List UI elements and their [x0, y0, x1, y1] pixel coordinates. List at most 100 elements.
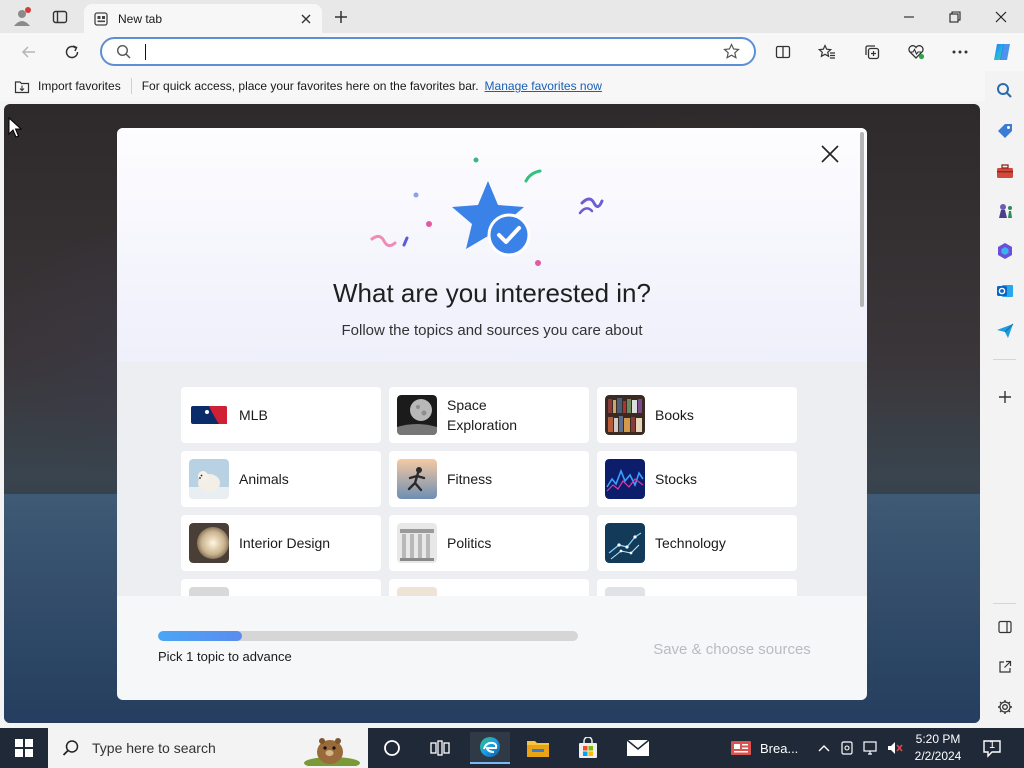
topic-progress-bar — [158, 631, 578, 641]
sidebar-settings-button[interactable] — [991, 693, 1018, 720]
search-icon — [997, 83, 1012, 98]
topic-card-partial[interactable] — [389, 579, 589, 596]
topic-label: Politics — [447, 535, 492, 551]
manage-favorites-link[interactable]: Manage favorites now — [485, 79, 602, 93]
refresh-icon — [65, 45, 79, 59]
taskbar-file-explorer-button[interactable] — [518, 732, 558, 764]
show-hidden-icons-button[interactable] — [815, 740, 833, 756]
topic-card-partial[interactable] — [597, 579, 797, 596]
bookshelf-photo-icon — [605, 395, 645, 435]
sidebar-divider — [993, 359, 1016, 360]
import-favorites-button[interactable]: Import favorites — [38, 79, 121, 93]
taskbar-clock[interactable]: 5:20 PM 2/2/2024 — [908, 731, 968, 765]
settings-and-more-button[interactable] — [945, 38, 975, 66]
sidebar-panel-icon — [997, 620, 1012, 633]
sidebar-divider — [993, 603, 1016, 604]
taskbar-store-button[interactable] — [568, 732, 608, 764]
favorites-button[interactable] — [812, 38, 842, 66]
tray-device-icon-button[interactable] — [838, 740, 856, 756]
volume-muted-icon — [888, 742, 903, 754]
collections-button[interactable] — [857, 38, 887, 66]
sidebar-drop-button[interactable] — [991, 317, 1018, 344]
favorites-bar: Import favorites For quick access, place… — [0, 71, 985, 101]
store-bag-icon — [579, 737, 597, 758]
runner-photo-icon — [397, 459, 437, 499]
topic-card-technology[interactable]: Technology — [597, 515, 797, 571]
task-view-button[interactable] — [372, 732, 412, 764]
start-button[interactable] — [4, 732, 44, 764]
tab-new-tab[interactable]: New tab — [84, 4, 322, 34]
sidebar-shopping-button[interactable] — [991, 117, 1018, 144]
address-input[interactable] — [156, 44, 723, 59]
save-and-choose-sources-button[interactable]: Save & choose sources — [637, 638, 827, 660]
lamp-photo-icon — [189, 523, 229, 563]
windows-taskbar: Type here to search Brea... 5:20 PM 2/2/… — [0, 728, 1024, 768]
tab-strip: New tab — [0, 0, 1024, 34]
favorite-star-icon[interactable] — [723, 43, 740, 60]
shopping-tag-icon — [997, 123, 1012, 138]
sidebar-microsoft365-button[interactable] — [991, 237, 1018, 264]
taskbar-search-box[interactable]: Type here to search — [48, 728, 368, 768]
sidebar-hide-button[interactable] — [991, 613, 1018, 640]
browser-essentials-button[interactable] — [901, 38, 931, 66]
new-tab-page-icon — [94, 12, 108, 26]
topic-thumbnail — [605, 587, 645, 596]
back-button[interactable] — [14, 38, 44, 66]
topic-card-interior-design[interactable]: Interior Design — [181, 515, 381, 571]
vertical-tabs-button[interactable] — [46, 4, 74, 30]
refresh-button[interactable] — [57, 38, 87, 66]
windows-logo-icon — [15, 739, 33, 757]
topic-card-stocks[interactable]: Stocks — [597, 451, 797, 507]
restore-icon — [949, 10, 961, 23]
task-view-toggle-button[interactable] — [420, 732, 460, 764]
sidebar-customize-button[interactable] — [991, 383, 1018, 410]
navigation-bar — [0, 33, 1024, 71]
topic-card-animals[interactable]: Animals — [181, 451, 381, 507]
taskbar-edge-button[interactable] — [470, 732, 510, 764]
topics-grid: MLB Space Exploration Books Animals Fitn… — [117, 362, 867, 596]
tray-volume-button[interactable] — [886, 740, 904, 756]
close-tab-icon[interactable] — [300, 13, 312, 25]
restore-button[interactable] — [932, 0, 978, 33]
collections-icon — [865, 45, 880, 60]
chevron-up-icon — [818, 745, 830, 752]
topic-card-books[interactable]: Books — [597, 387, 797, 443]
heartbeat-icon — [908, 45, 925, 60]
favorites-icon — [818, 44, 835, 59]
address-bar[interactable] — [100, 37, 756, 66]
close-icon — [821, 145, 839, 163]
sidebar-outlook-button[interactable] — [991, 277, 1018, 304]
new-tab-button[interactable] — [327, 4, 355, 30]
device-icon — [841, 741, 853, 755]
chess-piece-icon — [998, 203, 1012, 218]
sidebar-games-button[interactable] — [991, 197, 1018, 224]
profile-button[interactable] — [8, 4, 36, 30]
close-window-button[interactable] — [978, 0, 1024, 33]
minimize-button[interactable] — [886, 0, 932, 33]
polar-bear-photo-icon — [189, 459, 229, 499]
topic-card-mlb[interactable]: MLB — [181, 387, 381, 443]
split-screen-button[interactable] — [768, 38, 798, 66]
tab-title: New tab — [118, 12, 163, 26]
topic-card-politics[interactable]: Politics — [389, 515, 589, 571]
search-icon — [62, 740, 79, 756]
notification-center-button[interactable]: 1 — [980, 736, 1004, 760]
topic-card-fitness[interactable]: Fitness — [389, 451, 589, 507]
sidebar-tools-button[interactable] — [991, 157, 1018, 184]
taskbar-mail-button[interactable] — [618, 732, 658, 764]
circuit-photo-icon — [605, 523, 645, 563]
microsoft365-icon — [997, 242, 1012, 259]
dialog-scrollbar[interactable] — [860, 132, 864, 307]
plus-icon — [998, 390, 1011, 403]
toolbox-icon — [996, 163, 1013, 178]
topic-label: Space Exploration — [447, 397, 518, 433]
favorites-divider — [130, 78, 132, 94]
taskbar-news-widget[interactable]: Brea... — [724, 732, 812, 764]
sidebar-open-external-button[interactable] — [991, 653, 1018, 680]
topic-card-partial[interactable] — [181, 579, 381, 596]
close-dialog-button[interactable] — [818, 142, 842, 166]
sidebar-search-button[interactable] — [991, 77, 1018, 104]
topic-card-space-exploration[interactable]: Space Exploration — [389, 387, 589, 443]
copilot-button[interactable] — [987, 38, 1017, 66]
tray-network-button[interactable] — [862, 740, 880, 756]
